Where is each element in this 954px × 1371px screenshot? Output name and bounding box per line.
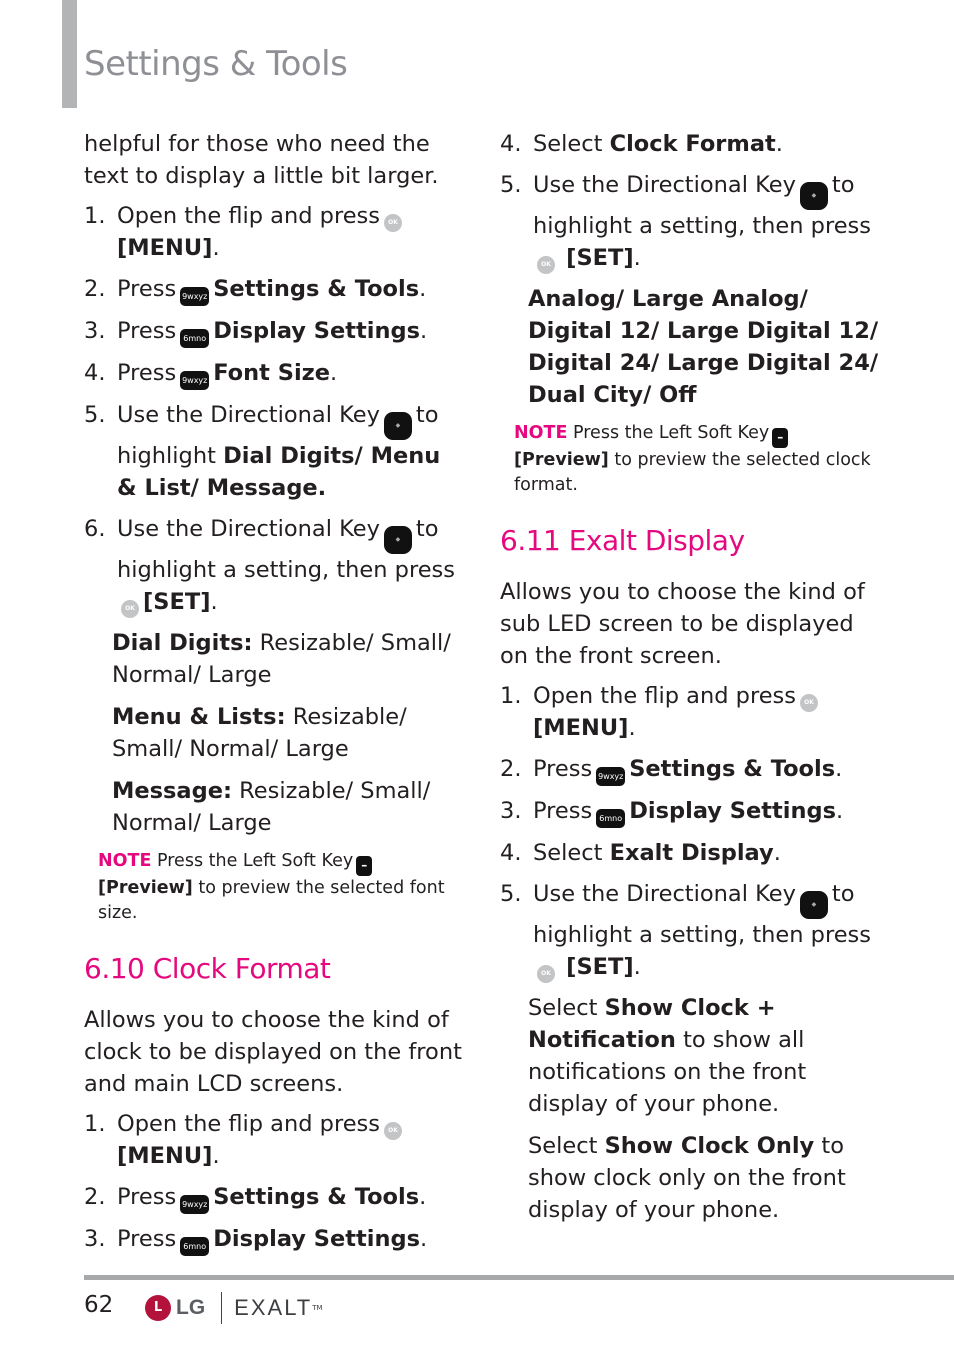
clock-format-options: Analog/ Large Analog/ Digital 12/ Large … <box>528 286 879 408</box>
key-9-icon: 9wxyz <box>180 371 210 390</box>
section-intro: Allows you to choose the kind of sub LED… <box>500 579 865 669</box>
left-soft-key-icon: – <box>356 856 373 876</box>
product-name: EXALT <box>234 1295 313 1320</box>
ok-key-icon: OK <box>384 214 402 232</box>
ok-key-icon: OK <box>537 965 555 983</box>
logo-divider <box>221 1292 223 1324</box>
ok-key-icon: OK <box>800 694 818 712</box>
step: 3. Press 6mno Display Settings. <box>84 1223 464 1256</box>
ok-key-icon: OK <box>384 1122 402 1140</box>
step: 1. Open the flip and press OK [MENU]. <box>500 680 880 744</box>
directional-key-icon: ◆ <box>383 412 412 440</box>
directional-key-icon: ◆ <box>799 182 828 210</box>
ok-key-icon: OK <box>537 256 555 274</box>
brand-name: LG <box>176 1296 206 1319</box>
step: 3. Press 6mno Display Settings. <box>500 795 880 828</box>
key-9-icon: 9wxyz <box>180 287 210 306</box>
option-menu-lists: Menu & Lists: Resizable/ Small/ Normal/ … <box>112 704 407 762</box>
step: 6. Use the Directional Key ◆ to highlight … <box>84 513 464 618</box>
step: 5. Use the Directional Key ◆ to highlight … <box>500 169 880 274</box>
key-6-icon: 6mno <box>180 329 210 348</box>
step: 4. Press 9wxyz Font Size. <box>84 357 464 390</box>
header-side-bar <box>62 0 77 108</box>
detail-show-clock-notification: Select Show Clock + Notification to show… <box>528 995 807 1117</box>
note: NOTE Press the Left Soft Key – [Preview] t… <box>98 851 445 923</box>
key-9-icon: 9wxyz <box>180 1195 210 1214</box>
ok-key-icon: OK <box>121 600 139 618</box>
step: 2. Press 9wxyz Settings & Tools. <box>84 1181 464 1214</box>
section-title-clock-format: 6.10 Clock Format <box>84 952 331 985</box>
step: 3. Press 6mno Display Settings. <box>84 315 464 348</box>
key-6-icon: 6mno <box>180 1237 210 1256</box>
key-6-icon: 6mno <box>596 809 626 828</box>
step: 1. Open the flip and press OK [MENU]. <box>84 1108 464 1172</box>
brand-logo: L LG EXALT TM <box>145 1292 323 1324</box>
step: 4. Select Clock Format. <box>500 131 783 157</box>
step: 5. Use the Directional Key ◆ to highlight … <box>500 878 880 983</box>
trademark: TM <box>312 1304 323 1312</box>
page-title: Settings & Tools <box>84 44 348 84</box>
directional-key-icon: ◆ <box>799 891 828 919</box>
section-intro: Allows you to choose the kind of clock t… <box>84 1007 462 1097</box>
step: 2. Press 9wxyz Settings & Tools. <box>500 753 880 786</box>
note: NOTE Press the Left Soft Key – [Preview] t… <box>514 423 871 495</box>
directional-key-icon: ◆ <box>383 526 412 554</box>
option-message: Message: Resizable/ Small/ Normal/ Large <box>112 778 431 836</box>
step: 2. Press 9wxyz Settings & Tools. <box>84 273 464 306</box>
footer-rule <box>84 1275 954 1280</box>
intro-text: helpful for those who need the text to d… <box>84 131 439 189</box>
step: 4. Select Exalt Display. <box>500 840 781 866</box>
lg-logo-icon: L <box>145 1295 171 1321</box>
right-column: 4. Select Clock Format. 5. Use the Direc… <box>500 128 880 1236</box>
key-9-icon: 9wxyz <box>596 767 626 786</box>
detail-show-clock-only: Select Show Clock Only to show clock onl… <box>528 1133 846 1223</box>
option-dial-digits: Dial Digits: Resizable/ Small/ Normal/ L… <box>112 630 451 688</box>
step: 5. Use the Directional Key ◆ to highlight … <box>84 402 441 501</box>
left-soft-key-icon: – <box>772 428 789 448</box>
page-number: 62 <box>84 1292 114 1318</box>
left-column: helpful for those who need the text to d… <box>84 128 464 1265</box>
step: 1. Open the flip and press OK [MENU]. <box>84 200 464 264</box>
section-title-exalt-display: 6.11 Exalt Display <box>500 524 745 557</box>
